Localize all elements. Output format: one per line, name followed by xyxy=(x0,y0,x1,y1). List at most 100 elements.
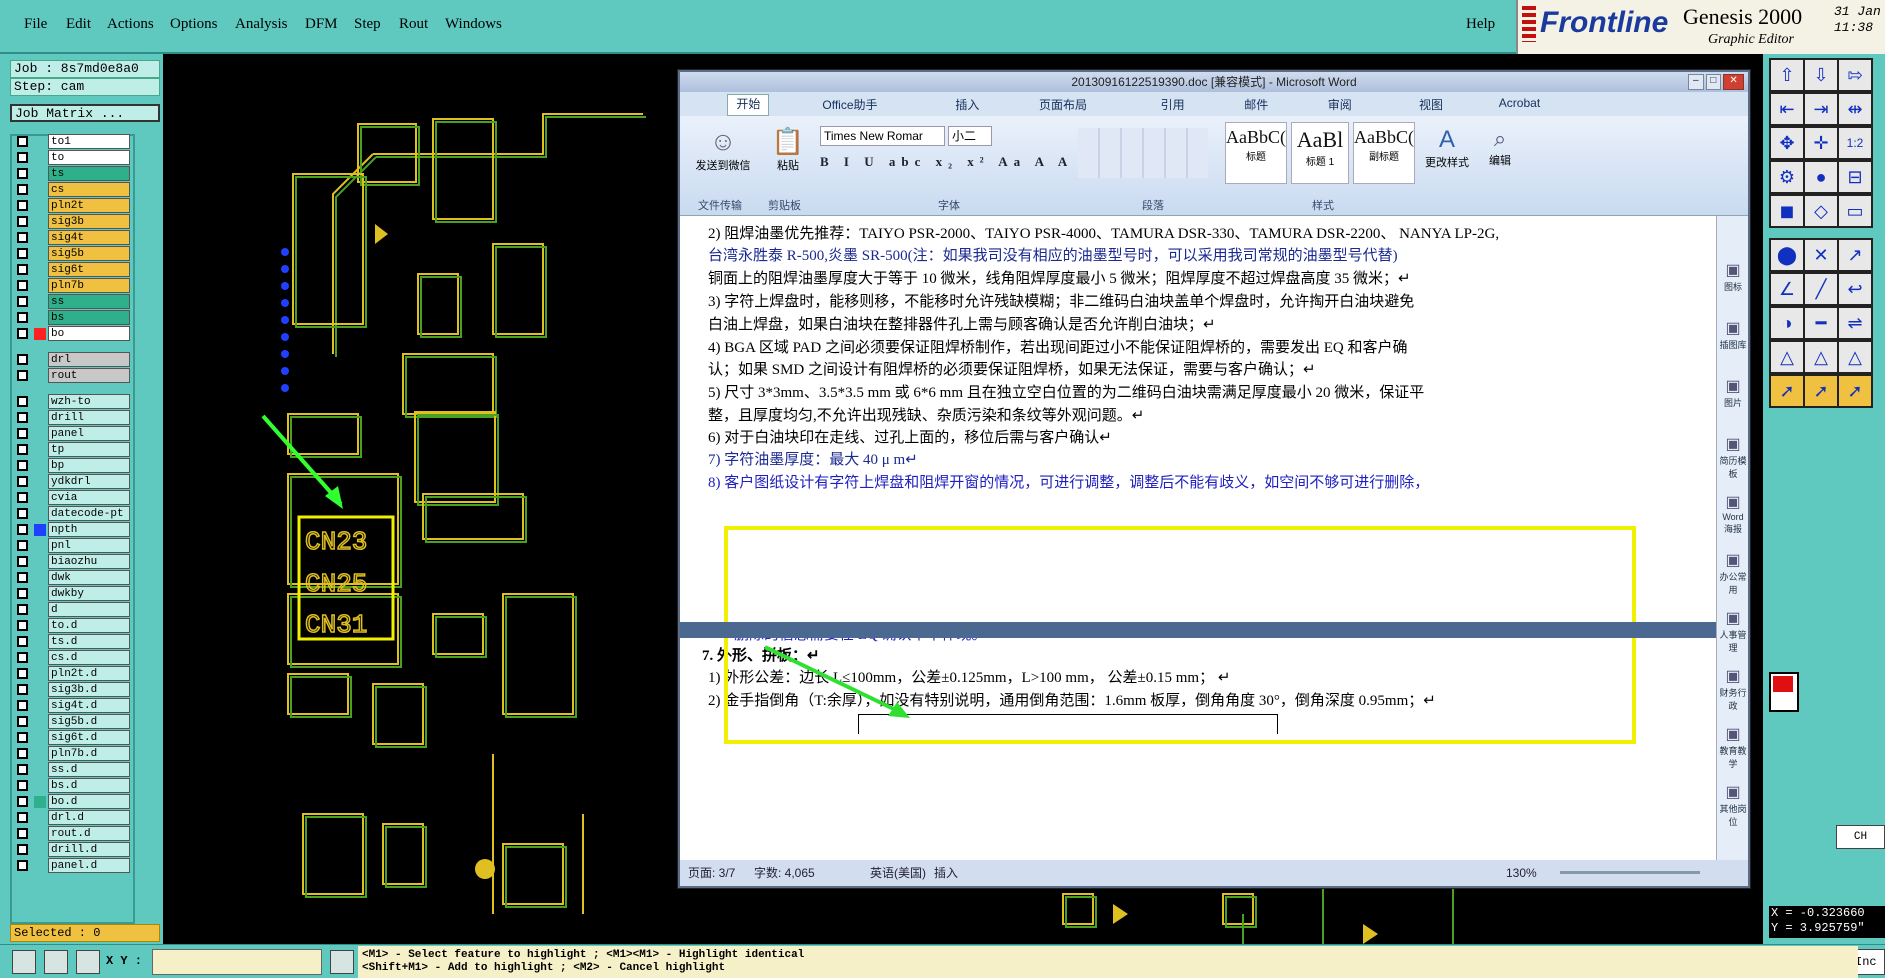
side-panel-item[interactable]: ▣ 插图库 xyxy=(1719,318,1747,351)
grid-icon[interactable] xyxy=(76,950,100,974)
layer-row[interactable]: pln2t.d xyxy=(15,666,133,682)
dash-icon[interactable]: ━ xyxy=(1803,306,1839,340)
layer-name[interactable]: drill xyxy=(48,410,130,425)
layer-row[interactable]: ts.d xyxy=(15,634,133,650)
layer-name[interactable]: panel.d xyxy=(48,858,130,873)
layer-icon[interactable]: ⊟ xyxy=(1837,160,1873,194)
layer-row[interactable]: rout.d xyxy=(15,826,133,842)
zoom-box-icon[interactable] xyxy=(12,950,36,974)
job-matrix-button[interactable]: Job Matrix ... xyxy=(10,104,160,122)
layer-row[interactable]: bs xyxy=(15,310,133,326)
layer-name[interactable]: to1 xyxy=(48,134,130,149)
side-panel-item[interactable]: ▣ 图片 xyxy=(1719,376,1747,409)
layer-checkbox[interactable] xyxy=(17,428,28,439)
menu-rout[interactable]: Rout xyxy=(399,16,428,33)
pan-icon[interactable]: ✛ xyxy=(1803,126,1839,160)
layer-name[interactable]: sig5b.d xyxy=(48,714,130,729)
maximize-icon[interactable]: □ xyxy=(1705,74,1722,90)
layer-row[interactable]: sig5b xyxy=(15,246,133,262)
layer-checkbox[interactable] xyxy=(17,460,28,471)
layer-row[interactable]: biaozhu xyxy=(15,554,133,570)
layer-checkbox[interactable] xyxy=(17,492,28,503)
menu-dfm[interactable]: DFM xyxy=(305,16,338,33)
side-panel-item[interactable]: ▣ 其他岗位 xyxy=(1719,782,1747,828)
layer-checkbox[interactable] xyxy=(17,216,28,227)
layer-checkbox[interactable] xyxy=(17,636,28,647)
layer-name[interactable]: drl xyxy=(48,352,130,367)
menu-options[interactable]: Options xyxy=(170,16,218,33)
word-window[interactable]: 20130916122519390.doc [兼容模式] - Microsoft… xyxy=(678,70,1750,888)
delete-icon[interactable]: ✕ xyxy=(1803,238,1839,272)
ribbon-tab[interactable]: Office助手 xyxy=(822,96,877,113)
layer-row[interactable]: sig5b.d xyxy=(15,714,133,730)
layer-row[interactable]: sig6t.d xyxy=(15,730,133,746)
layer-row[interactable]: npth xyxy=(15,522,133,538)
layer-checkbox[interactable] xyxy=(17,860,28,871)
change-styles-button[interactable]: A 更改样式 xyxy=(1422,126,1472,170)
layer-checkbox[interactable] xyxy=(17,844,28,855)
undo-icon[interactable]: ↩ xyxy=(1837,272,1873,306)
info-icon[interactable] xyxy=(330,950,354,974)
layer-row[interactable]: sig6t xyxy=(15,262,133,278)
layer-checkbox[interactable] xyxy=(17,296,28,307)
layer-row[interactable]: sig4t xyxy=(15,230,133,246)
layer-name[interactable]: sig6t xyxy=(48,262,130,277)
layer-row[interactable]: datecode-pt xyxy=(15,506,133,522)
layer-checkbox[interactable] xyxy=(17,312,28,323)
font-size-select[interactable]: 小二 xyxy=(948,126,992,146)
layer-name[interactable]: drl.d xyxy=(48,810,130,825)
layer-name[interactable]: d xyxy=(48,602,130,617)
layer-row[interactable]: wzh-to xyxy=(15,394,133,410)
left-icon[interactable]: ⇤ xyxy=(1769,92,1805,126)
layer-row[interactable]: panel xyxy=(15,426,133,442)
layer-checkbox[interactable] xyxy=(17,748,28,759)
next-icon[interactable]: ⇰ xyxy=(1837,58,1873,92)
layer-checkbox[interactable] xyxy=(17,652,28,663)
pointer-b-icon[interactable]: ➚ xyxy=(1803,374,1839,408)
layer-checkbox[interactable] xyxy=(17,588,28,599)
layer-row[interactable]: pln2t xyxy=(15,198,133,214)
ribbon-tab[interactable]: 审阅 xyxy=(1328,96,1352,113)
menu-step[interactable]: Step xyxy=(354,16,381,33)
snap-icon[interactable]: ● xyxy=(1803,160,1839,194)
insert-mode[interactable]: 插入 xyxy=(934,860,958,886)
layer-checkbox[interactable] xyxy=(17,264,28,275)
layer-name[interactable]: biaozhu xyxy=(48,554,130,569)
layer-row[interactable]: pnl xyxy=(15,538,133,554)
layer-name[interactable]: pln2t xyxy=(48,198,130,213)
layer-checkbox[interactable] xyxy=(17,572,28,583)
layer-checkbox[interactable] xyxy=(17,780,28,791)
layer-name[interactable]: bp xyxy=(48,458,130,473)
mirror-icon[interactable]: ⇌ xyxy=(1837,306,1873,340)
layer-checkbox[interactable] xyxy=(17,700,28,711)
fit-icon[interactable]: ⇹ xyxy=(1837,92,1873,126)
layer-name[interactable]: sig3b.d xyxy=(48,682,130,697)
menu-edit[interactable]: Edit xyxy=(66,16,91,33)
layer-name[interactable]: bs.d xyxy=(48,778,130,793)
layer-name[interactable]: bo.d xyxy=(48,794,130,809)
layer-name[interactable]: pln7b.d xyxy=(48,746,130,761)
move-icon[interactable]: ↗ xyxy=(1837,238,1873,272)
menu-actions[interactable]: Actions xyxy=(107,16,154,33)
layer-checkbox[interactable] xyxy=(17,556,28,567)
angle-icon[interactable]: ∠ xyxy=(1769,272,1805,306)
layer-row[interactable]: ydkdrl xyxy=(15,474,133,490)
zoom-slider[interactable] xyxy=(1560,871,1700,874)
layer-row[interactable]: d xyxy=(15,602,133,618)
layer-checkbox[interactable] xyxy=(17,280,28,291)
layer-checkbox[interactable] xyxy=(17,396,28,407)
layer-name[interactable]: dwk xyxy=(48,570,130,585)
layer-checkbox[interactable] xyxy=(17,354,28,365)
layer-row[interactable]: dwkby xyxy=(15,586,133,602)
layer-checkbox[interactable] xyxy=(17,168,28,179)
menu-help[interactable]: Help xyxy=(1466,16,1495,33)
layer-name[interactable]: pln7b xyxy=(48,278,130,293)
layer-name[interactable]: to xyxy=(48,150,130,165)
font-name-select[interactable]: Times New Romar xyxy=(820,126,945,146)
ribbon-tab[interactable]: Acrobat xyxy=(1499,96,1540,110)
ribbon-tab[interactable]: 引用 xyxy=(1161,96,1185,113)
send-wechat-button[interactable]: ☺ 发送到微信 xyxy=(688,126,758,173)
save-icon[interactable]: ⇩ xyxy=(1803,58,1839,92)
layer-name[interactable]: sig4t xyxy=(48,230,130,245)
ribbon-tab[interactable]: 页面布局 xyxy=(1039,96,1087,113)
